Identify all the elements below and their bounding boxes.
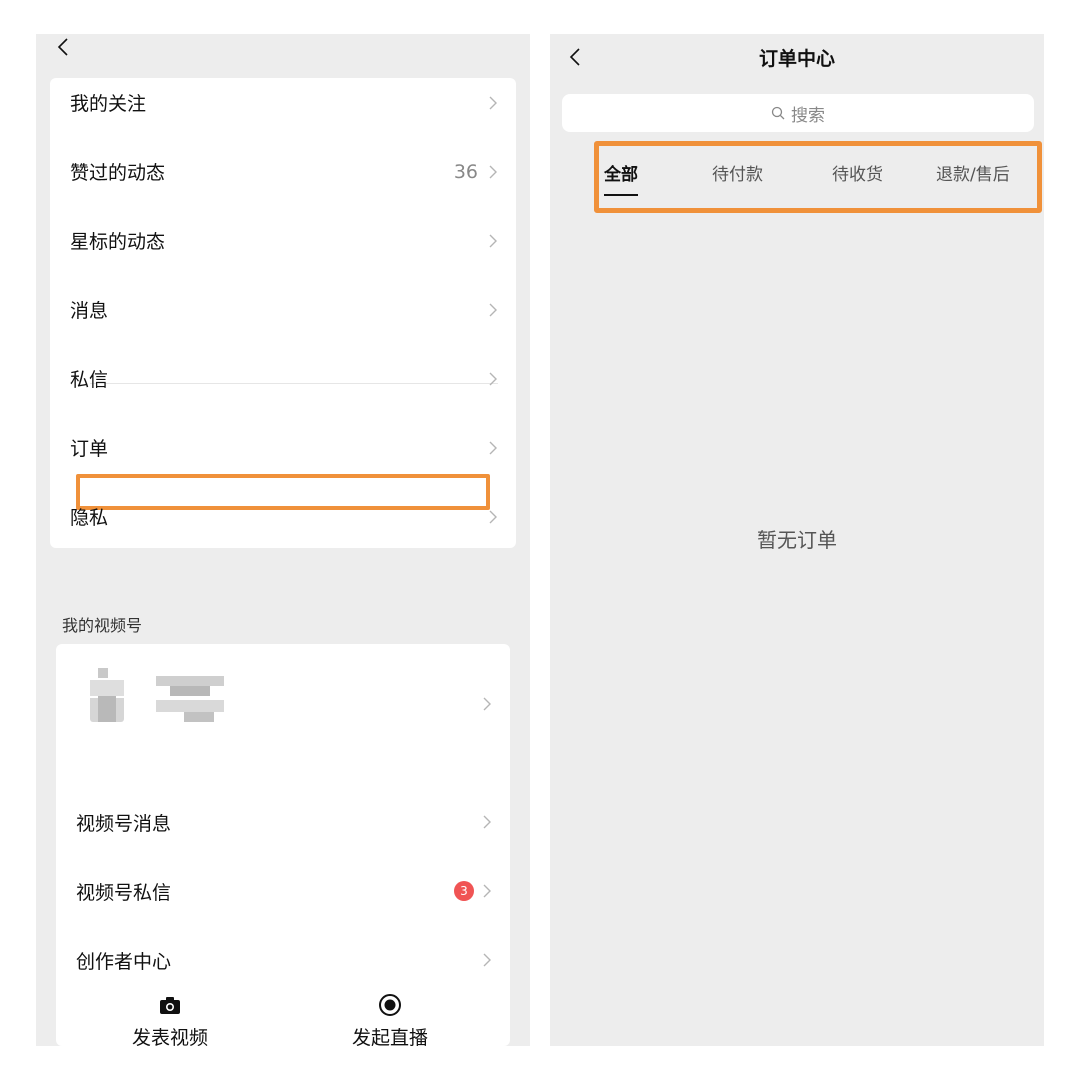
menu-card: 我的关注 赞过的动态 36 星标的动态 消息 私信 订单 隐私: [50, 78, 516, 548]
channel-card: 视频号消息 视频号私信 3 创作者中心 发表视频 发起直播: [56, 644, 510, 1046]
empty-state-message: 暂无订单: [757, 528, 837, 552]
chevron-right-icon: [482, 696, 492, 712]
channel-profile-row[interactable]: [56, 652, 510, 756]
menu-item-creator-center[interactable]: 创作者中心: [56, 926, 510, 994]
chevron-right-icon: [488, 302, 498, 318]
back-arrow-icon: [57, 38, 68, 56]
menu-item-orders[interactable]: 订单: [50, 413, 516, 482]
chevron-right-icon: [488, 440, 498, 456]
menu-item-label: 赞过的动态: [70, 162, 166, 184]
search-placeholder: 搜索: [791, 105, 825, 126]
channel-name-blurred: [156, 676, 224, 722]
chevron-right-icon: [482, 883, 492, 899]
menu-item-channel-private-messages[interactable]: 视频号私信 3: [56, 857, 510, 925]
menu-item-channel-messages[interactable]: 视频号消息: [56, 788, 510, 856]
chevron-right-icon: [482, 814, 492, 830]
menu-item-label: 私信: [70, 369, 109, 391]
menu-item-label: 订单: [70, 438, 109, 460]
post-video-button[interactable]: 发表视频: [100, 989, 240, 1046]
menu-item-private-messages[interactable]: 私信: [50, 344, 516, 413]
chevron-right-icon: [488, 164, 498, 180]
menu-item-label: 视频号私信: [76, 881, 172, 904]
start-live-label: 发起直播: [351, 1027, 428, 1046]
menu-item-messages[interactable]: 消息: [50, 275, 516, 344]
chevron-right-icon: [482, 952, 492, 968]
tab-pending-delivery[interactable]: 待收货: [832, 160, 883, 185]
menu-item-label: 消息: [70, 300, 109, 322]
avatar: [90, 668, 124, 722]
search-icon: [771, 106, 785, 120]
menu-item-privacy[interactable]: 隐私: [50, 482, 516, 551]
record-icon: [379, 994, 401, 1016]
liked-count: 36: [453, 160, 478, 183]
tab-refund-after-sales[interactable]: 退款/售后: [936, 160, 1010, 185]
section-title: 我的视频号: [62, 616, 143, 635]
tab-pending-payment[interactable]: 待付款: [712, 160, 763, 185]
right-panel: 订单中心 搜索 全部 待付款 待收货 退款/售后 暂无订单: [550, 34, 1044, 1046]
menu-item-starred-posts[interactable]: 星标的动态: [50, 206, 516, 275]
chevron-right-icon: [488, 95, 498, 111]
menu-item-label: 我的关注: [70, 93, 147, 115]
menu-item-label: 星标的动态: [70, 231, 166, 253]
search-input[interactable]: 搜索: [562, 94, 1034, 132]
menu-item-liked-posts[interactable]: 赞过的动态 36: [50, 137, 516, 206]
start-live-button[interactable]: 发起直播: [320, 989, 460, 1046]
menu-item-label: 创作者中心: [76, 950, 172, 973]
menu-item-following[interactable]: 我的关注: [50, 68, 516, 137]
menu-item-label: 隐私: [70, 507, 109, 529]
menu-item-label: 视频号消息: [76, 812, 172, 835]
back-button[interactable]: [48, 34, 78, 62]
chevron-right-icon: [488, 509, 498, 525]
chevron-right-icon: [488, 371, 498, 387]
bottom-actions: 发表视频 发起直播: [56, 989, 510, 1046]
post-video-label: 发表视频: [131, 1027, 208, 1046]
tab-all[interactable]: 全部: [604, 160, 638, 185]
left-panel: 我的关注 赞过的动态 36 星标的动态 消息 私信 订单 隐私 我的视频号 视频…: [36, 34, 530, 1046]
unread-badge: 3: [454, 881, 474, 901]
chevron-right-icon: [488, 233, 498, 249]
camera-icon: [160, 997, 180, 1014]
active-tab-underline: [604, 194, 638, 196]
order-tabs: 全部 待付款 待收货 退款/售后: [594, 142, 1042, 212]
page-title: 订单中心: [758, 48, 835, 70]
